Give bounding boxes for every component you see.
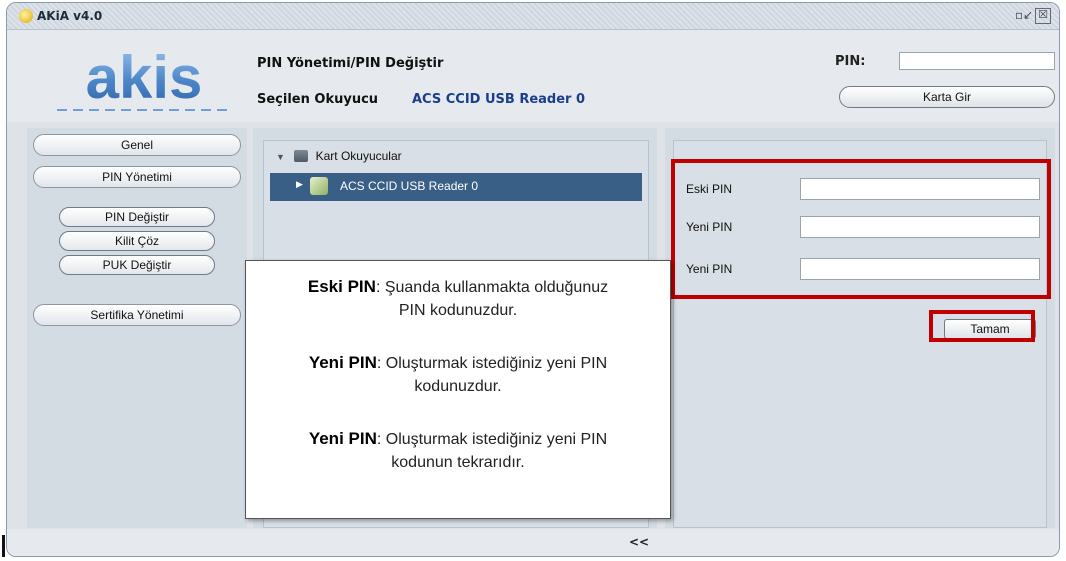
sidebar-subitem-kilit-coz[interactable]: Kilit Çöz: [59, 231, 215, 251]
header: akis PIN Yönetimi/PIN Değiştir Seçilen O…: [7, 30, 1059, 122]
callout-text: Oluşturmak istediğiniz yeni PIN: [381, 431, 608, 448]
logo-text: akis: [86, 50, 203, 111]
title-bar: AKiA v4.0 ▫↙ ☒: [7, 3, 1059, 30]
selected-reader-value: ACS CCID USB Reader 0: [412, 92, 586, 107]
pin-label: PIN:: [835, 54, 866, 69]
callout-text: Şuanda kullanmakta olduğunuz: [380, 279, 609, 296]
restore-icon[interactable]: ▫↙: [1015, 8, 1033, 22]
callout-text-cont: kodunuzdur.: [414, 378, 502, 395]
pin-input[interactable]: [899, 52, 1055, 70]
help-callout: Eski PIN: Şuanda kullanmakta olduğunuz P…: [245, 260, 671, 519]
tree-item-label: ACS CCID USB Reader 0: [340, 179, 479, 193]
sidebar-item-sertifika-yonetimi[interactable]: Sertifika Yönetimi: [33, 304, 241, 326]
callout-new-pin: Yeni PIN: Oluşturmak istediğiniz yeni PI…: [246, 351, 670, 398]
karta-gir-button[interactable]: Karta Gir: [839, 86, 1055, 108]
callout-term: Yeni PIN: [308, 353, 377, 372]
tree-item-reader[interactable]: ▶ ACS CCID USB Reader 0: [270, 173, 642, 201]
page-title: PIN Yönetimi/PIN Değiştir: [257, 56, 444, 71]
window-title: AKiA v4.0: [37, 9, 103, 23]
callout-confirm-pin: Yeni PIN: Oluşturmak istediğiniz yeni PI…: [246, 427, 670, 474]
collapse-button[interactable]: <<: [629, 535, 649, 549]
callout-text: Oluşturmak istediğiniz yeni PIN: [381, 355, 608, 372]
reader-device-icon: [310, 177, 328, 195]
card-reader-icon: [294, 150, 309, 162]
callout-term: Yeni PIN: [308, 429, 377, 448]
callout-text-cont: kodunun tekrarıdır.: [391, 454, 525, 471]
collapse-triangle-icon[interactable]: ▼: [276, 152, 285, 162]
button-highlight-box: [929, 310, 1035, 342]
callout-text-cont: PIN kodunuzdur.: [398, 302, 518, 319]
app-window: AKiA v4.0 ▫↙ ☒ akis PIN Yönetimi/PIN Değ…: [6, 2, 1060, 557]
form-highlight-box: [671, 159, 1051, 299]
tree-root-item[interactable]: ▼ Kart Okuyucular: [276, 149, 402, 163]
text-cursor: [2, 535, 5, 557]
akis-logo: akis: [57, 50, 231, 111]
expand-triangle-icon[interactable]: ▶: [296, 180, 303, 190]
close-icon[interactable]: ☒: [1035, 8, 1051, 24]
app-icon: [19, 9, 33, 23]
sidebar-item-genel[interactable]: Genel: [33, 134, 241, 156]
callout-term: Eski PIN: [307, 277, 376, 296]
sidebar: Genel PIN Yönetimi PIN Değiştir Kilit Çö…: [27, 128, 247, 528]
selected-reader-label: Seçilen Okuyucu: [257, 92, 379, 107]
callout-old-pin: Eski PIN: Şuanda kullanmakta olduğunuz P…: [246, 275, 670, 322]
tree-root-label: Kart Okuyucular: [315, 149, 402, 163]
sidebar-item-pin-yonetimi[interactable]: PIN Yönetimi: [33, 166, 241, 188]
footer-bar: <<: [7, 529, 1059, 556]
sidebar-subitem-pin-degistir[interactable]: PIN Değiştir: [59, 207, 215, 227]
sidebar-subitem-puk-degistir[interactable]: PUK Değiştir: [59, 255, 215, 275]
